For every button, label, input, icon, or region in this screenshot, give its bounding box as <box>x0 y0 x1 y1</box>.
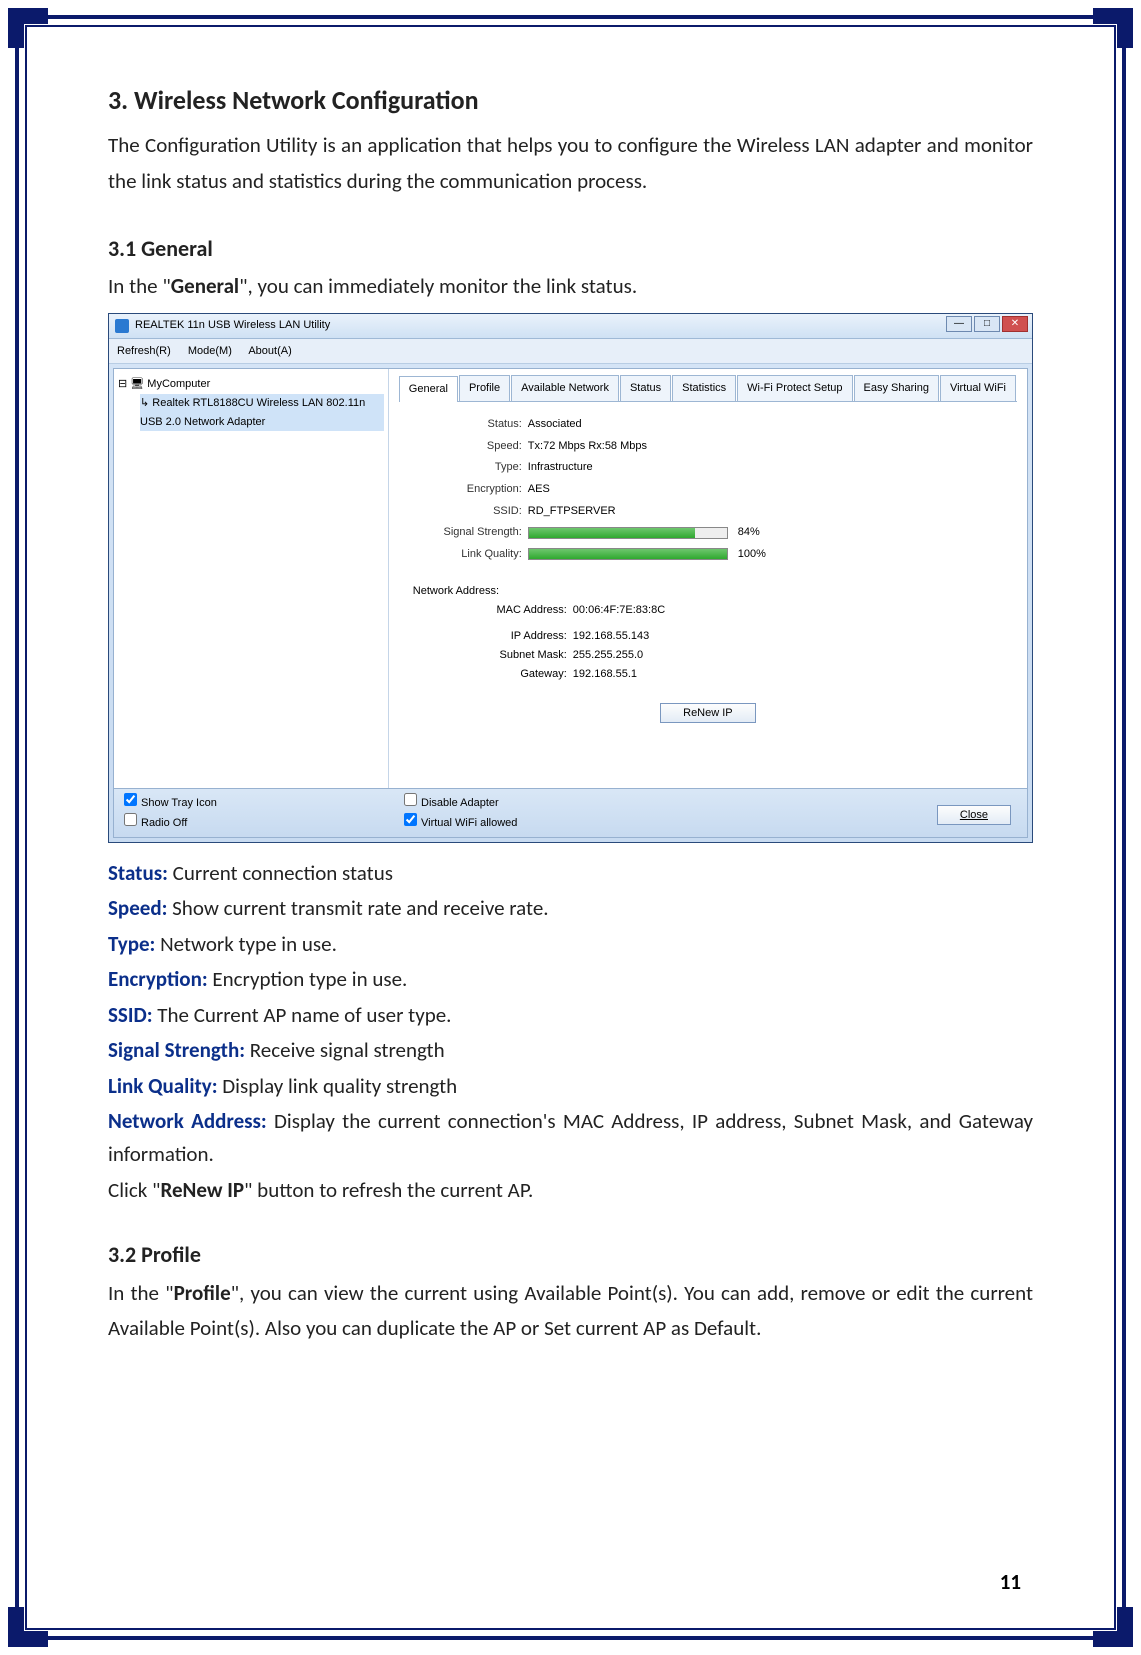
profile-intro: In the "Profile", you can view the curre… <box>108 1276 1033 1347</box>
mac-value: 00:06:4F:7E:83:8C <box>573 604 665 616</box>
close-window-button[interactable]: ✕ <box>1002 316 1028 332</box>
ssid-label: SSID: <box>413 502 528 521</box>
mac-label: MAC Address: <box>413 601 573 620</box>
virtual-wifi-checkbox[interactable] <box>404 813 417 826</box>
def-lq-term: Link Quality: <box>108 1073 218 1099</box>
link-quality-label: Link Quality: <box>413 545 528 564</box>
radio-off-label: Radio Off <box>141 817 187 829</box>
subnet-label: Subnet Mask: <box>413 646 573 665</box>
window-titlebar: REALTEK 11n USB Wireless LAN Utility — □… <box>109 314 1032 339</box>
show-tray-checkbox[interactable] <box>124 793 137 806</box>
def-enc-term: Encryption: <box>108 966 208 992</box>
gateway-value: 192.168.55.1 <box>573 668 637 680</box>
virtual-wifi-label: Virtual WiFi allowed <box>421 817 517 829</box>
section-heading: 3. Wireless Network Configuration <box>108 78 1033 122</box>
ssid-value: RD_FTPSERVER <box>528 502 616 521</box>
encryption-value: AES <box>528 480 550 499</box>
def-sig-desc: Receive signal strength <box>245 1037 445 1063</box>
def-type-desc: Network type in use. <box>155 931 337 957</box>
def-ssid-desc: The Current AP name of user type. <box>152 1002 451 1028</box>
menu-mode[interactable]: Mode(M) <box>188 345 232 357</box>
network-address-title: Network Address: <box>413 582 1003 601</box>
def-sig-term: Signal Strength: <box>108 1037 245 1063</box>
speed-value: Tx:72 Mbps Rx:58 Mbps <box>528 437 647 456</box>
app-window: REALTEK 11n USB Wireless LAN Utility — □… <box>108 313 1033 843</box>
tab-status[interactable]: Status <box>620 375 671 401</box>
tab-virtual-wifi[interactable]: Virtual WiFi <box>940 375 1016 401</box>
subsection-general: 3.1 General <box>108 230 1033 267</box>
device-tree: ⊟ 🖥 MyComputer ↳ Realtek RTL8188CU Wirel… <box>114 369 389 807</box>
def-enc-desc: Encryption type in use. <box>208 966 408 992</box>
menu-about[interactable]: About(A) <box>248 345 291 357</box>
radio-off-checkbox[interactable] <box>124 813 137 826</box>
renew-ip-button[interactable]: ReNew IP <box>660 703 756 723</box>
speed-label: Speed: <box>413 437 528 456</box>
def-speed-desc: Show current transmit rate and receive r… <box>167 895 548 921</box>
ip-label: IP Address: <box>413 627 573 646</box>
disable-adapter-checkbox[interactable] <box>404 793 417 806</box>
app-icon <box>115 319 129 333</box>
encryption-label: Encryption: <box>413 480 528 499</box>
maximize-button[interactable]: □ <box>974 316 1000 332</box>
tab-easy-sharing[interactable]: Easy Sharing <box>854 375 939 401</box>
minimize-button[interactable]: — <box>946 316 972 332</box>
page-number: 11 <box>1000 1569 1021 1595</box>
type-value: Infrastructure <box>528 458 593 477</box>
link-quality-bar <box>528 548 728 560</box>
general-intro: In the "General", you can immediately mo… <box>108 269 1033 305</box>
def-type-term: Type: <box>108 931 155 957</box>
app-footer: Show Tray Icon Radio Off Disable Adapter… <box>113 788 1028 838</box>
def-ssid-term: SSID: <box>108 1002 152 1028</box>
show-tray-label: Show Tray Icon <box>141 797 217 809</box>
signal-strength-label: Signal Strength: <box>413 523 528 542</box>
type-label: Type: <box>413 458 528 477</box>
menu-refresh[interactable]: Refresh(R) <box>117 345 171 357</box>
tab-available-network[interactable]: Available Network <box>511 375 619 401</box>
status-label: Status: <box>413 415 528 434</box>
gateway-label: Gateway: <box>413 665 573 684</box>
def-status-desc: Current connection status <box>168 860 393 886</box>
tab-general[interactable]: General <box>399 376 458 402</box>
tab-wps[interactable]: Wi-Fi Protect Setup <box>737 375 852 401</box>
renew-ip-term: ReNew IP <box>160 1177 244 1203</box>
section-intro: The Configuration Utility is an applicat… <box>108 128 1033 199</box>
menubar: Refresh(R) Mode(M) About(A) <box>109 339 1032 365</box>
tab-profile[interactable]: Profile <box>459 375 510 401</box>
tree-adapter[interactable]: ↳ Realtek RTL8188CU Wireless LAN 802.11n… <box>140 394 384 431</box>
signal-strength-bar <box>528 527 728 539</box>
def-status-term: Status: <box>108 860 168 886</box>
tab-statistics[interactable]: Statistics <box>672 375 736 401</box>
link-quality-pct: 100% <box>738 545 766 564</box>
def-na-term: Network Address: <box>108 1108 267 1134</box>
disable-adapter-label: Disable Adapter <box>421 797 499 809</box>
tab-strip: General Profile Available Network Status… <box>399 375 1017 402</box>
subsection-profile: 3.2 Profile <box>108 1236 1033 1273</box>
signal-strength-pct: 84% <box>738 523 760 542</box>
status-value: Associated <box>528 415 582 434</box>
close-button[interactable]: Close <box>937 805 1011 825</box>
window-title: REALTEK 11n USB Wireless LAN Utility <box>135 316 330 335</box>
subnet-value: 255.255.255.0 <box>573 649 643 661</box>
def-lq-desc: Display link quality strength <box>218 1073 458 1099</box>
def-speed-term: Speed: <box>108 895 167 921</box>
ip-value: 192.168.55.143 <box>573 630 649 642</box>
tree-root[interactable]: ⊟ 🖥 MyComputer <box>118 375 384 394</box>
